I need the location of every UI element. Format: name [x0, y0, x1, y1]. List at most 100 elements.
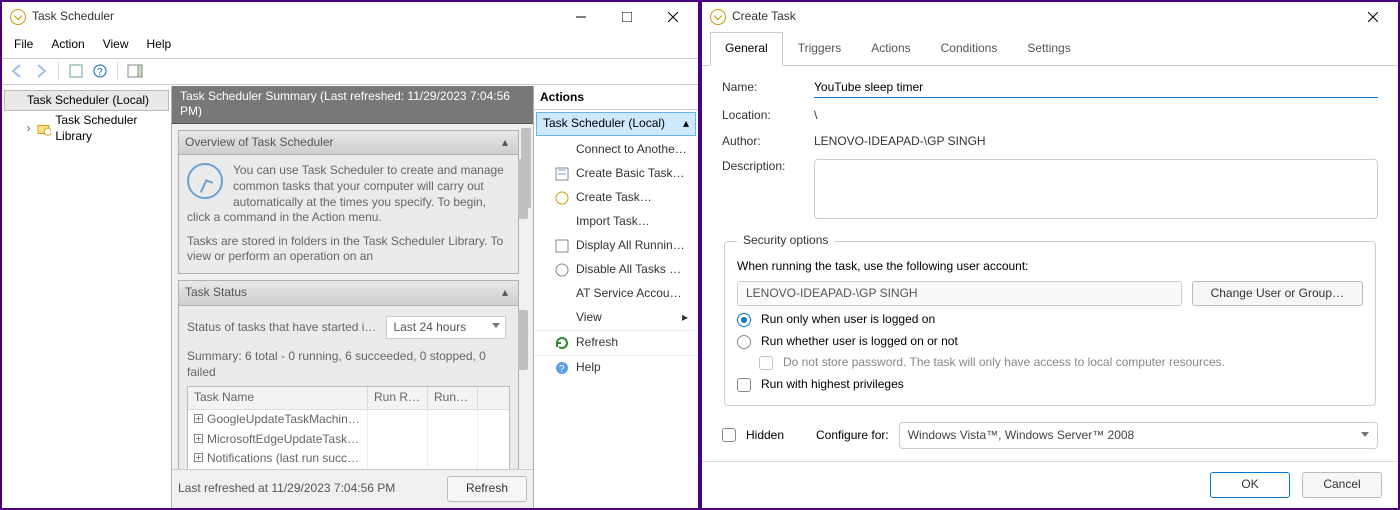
- status-range-select[interactable]: Last 24 hours: [386, 316, 506, 340]
- tab-settings[interactable]: Settings: [1012, 32, 1085, 66]
- radio-run-logged-on[interactable]: Run only when user is logged on: [737, 312, 1363, 328]
- change-user-button[interactable]: Change User or Group…: [1192, 281, 1363, 307]
- action-help[interactable]: ?Help: [534, 355, 698, 380]
- col-task-name[interactable]: Task Name: [188, 387, 368, 409]
- tab-actions[interactable]: Actions: [856, 32, 925, 66]
- radio-icon: [737, 313, 751, 327]
- minimize-button[interactable]: [558, 2, 604, 32]
- radio-label: Run only when user is logged on: [761, 312, 935, 328]
- titlebar: Create Task: [702, 2, 1398, 32]
- table-row[interactable]: Notifications (last run succeede…: [188, 449, 509, 469]
- menu-help[interactable]: Help: [139, 34, 180, 56]
- svg-text:?: ?: [97, 67, 103, 78]
- configure-for-select[interactable]: Windows Vista™, Windows Server™ 2008: [899, 422, 1378, 450]
- expand-row-icon[interactable]: [194, 453, 203, 462]
- actions-header: Actions: [534, 86, 698, 111]
- checkbox-hidden[interactable]: [722, 428, 736, 442]
- security-options: Security options When running the task, …: [724, 233, 1376, 405]
- actions-pane: Actions Task Scheduler (Local) ▴ Connect…: [533, 86, 698, 508]
- description-label: Description:: [722, 159, 802, 175]
- description-input[interactable]: [814, 159, 1378, 219]
- close-button[interactable]: [1350, 2, 1396, 32]
- nav-back-button[interactable]: [6, 60, 28, 82]
- tab-triggers[interactable]: Triggers: [783, 32, 857, 66]
- action-connect[interactable]: Connect to Another …: [534, 138, 698, 162]
- tabstrip: General Triggers Actions Conditions Sett…: [702, 32, 1398, 66]
- name-input[interactable]: [814, 78, 1378, 99]
- refresh-button[interactable]: Refresh: [447, 476, 527, 502]
- refresh-icon: [554, 335, 570, 351]
- overview-title: Overview of Task Scheduler: [185, 135, 498, 151]
- nav-fwd-button[interactable]: [30, 60, 52, 82]
- checkbox-icon: [737, 378, 751, 392]
- action-view[interactable]: View▸: [534, 306, 698, 330]
- col-run-start[interactable]: Run Sta…: [428, 387, 478, 409]
- user-account-box: LENOVO-IDEAPAD-\GP SINGH: [737, 281, 1182, 307]
- maximize-button[interactable]: [604, 2, 650, 32]
- toolbar: ?: [2, 59, 698, 85]
- action-at-service[interactable]: AT Service Account C…: [534, 282, 698, 306]
- status-label: Status of tasks that have started i…: [187, 320, 376, 336]
- wizard-icon: [554, 166, 570, 182]
- task-status-grid[interactable]: Task Name Run Result Run Sta… GoogleUpda…: [187, 386, 510, 469]
- checkbox-label: Run with highest privileges: [761, 377, 904, 393]
- tab-general[interactable]: General: [710, 32, 783, 66]
- table-row[interactable]: MicrosoftEdgeUpdateTaskMachi…: [188, 430, 509, 450]
- overview-card: Overview of Task Scheduler ▴ You can use…: [178, 130, 519, 274]
- window-title: Task Scheduler: [32, 9, 558, 25]
- table-row[interactable]: Office Automatic Updates 2.0 (la…: [188, 469, 509, 470]
- help-toolbar-button[interactable]: ?: [89, 60, 111, 82]
- show-actions-button[interactable]: [124, 60, 146, 82]
- checkbox-dns-password: Do not store password. The task will onl…: [759, 355, 1363, 371]
- radio-run-whether[interactable]: Run whether user is logged on or not: [737, 334, 1363, 350]
- titlebar: Task Scheduler: [2, 2, 698, 32]
- menu-action[interactable]: Action: [43, 34, 92, 56]
- tab-conditions[interactable]: Conditions: [926, 32, 1013, 66]
- tree-root[interactable]: Task Scheduler (Local): [4, 90, 169, 112]
- ok-button[interactable]: OK: [1210, 472, 1290, 498]
- expand-row-icon[interactable]: [194, 414, 203, 423]
- col-run-result[interactable]: Run Result: [368, 387, 428, 409]
- checkbox-highest-priv[interactable]: Run with highest privileges: [737, 377, 1363, 393]
- menu-view[interactable]: View: [95, 34, 137, 56]
- action-create-task[interactable]: Create Task…: [534, 186, 698, 210]
- chevron-down-icon: [1361, 432, 1369, 437]
- name-label: Name:: [722, 80, 802, 96]
- task-status-title: Task Status: [185, 285, 498, 301]
- cancel-button[interactable]: Cancel: [1302, 472, 1382, 498]
- dialog-title: Create Task: [732, 9, 1350, 25]
- expand-row-icon[interactable]: [194, 434, 203, 443]
- hidden-label: Hidden: [746, 428, 806, 444]
- action-create-basic-task[interactable]: Create Basic Task…: [534, 162, 698, 186]
- author-value: LENOVO-IDEAPAD-\GP SINGH: [814, 134, 986, 150]
- app-icon: [710, 9, 726, 25]
- create-task-dialog: Create Task General Triggers Actions Con…: [700, 0, 1400, 510]
- actions-scope[interactable]: Task Scheduler (Local) ▴: [536, 112, 696, 136]
- action-refresh[interactable]: Refresh: [534, 330, 698, 355]
- close-button[interactable]: [650, 2, 696, 32]
- table-row[interactable]: GoogleUpdateTaskMachineUA{E…: [188, 410, 509, 430]
- tree-root-label: Task Scheduler (Local): [27, 93, 149, 109]
- task-scheduler-window: Task Scheduler File Action View Help ? T…: [0, 0, 700, 510]
- configure-value: Windows Vista™, Windows Server™ 2008: [908, 428, 1135, 442]
- menu-file[interactable]: File: [6, 34, 41, 56]
- checkbox-icon: [759, 356, 773, 370]
- svg-text:?: ?: [559, 364, 565, 375]
- action-import-task[interactable]: Import Task…: [534, 210, 698, 234]
- collapse-icon[interactable]: ▴: [498, 136, 512, 150]
- status-scrollbar[interactable]: [518, 310, 528, 370]
- action-display-running[interactable]: Display All Running T…: [534, 234, 698, 258]
- tree-library[interactable]: › Task Scheduler Library: [4, 111, 169, 146]
- list-icon: [554, 238, 570, 254]
- author-label: Author:: [722, 134, 802, 150]
- app-icon: [10, 9, 26, 25]
- collapse-icon[interactable]: ▴: [498, 286, 512, 300]
- overview-scrollbar[interactable]: [518, 159, 528, 219]
- properties-button[interactable]: [65, 60, 87, 82]
- expand-icon[interactable]: ›: [24, 121, 33, 137]
- radio-label: Run whether user is logged on or not: [761, 334, 958, 350]
- overview-text-2: Tasks are stored in folders in the Task …: [187, 234, 510, 265]
- chevron-down-icon: [492, 323, 500, 328]
- chevron-up-icon: ▴: [683, 116, 689, 132]
- action-disable-history[interactable]: Disable All Tasks Hist…: [534, 258, 698, 282]
